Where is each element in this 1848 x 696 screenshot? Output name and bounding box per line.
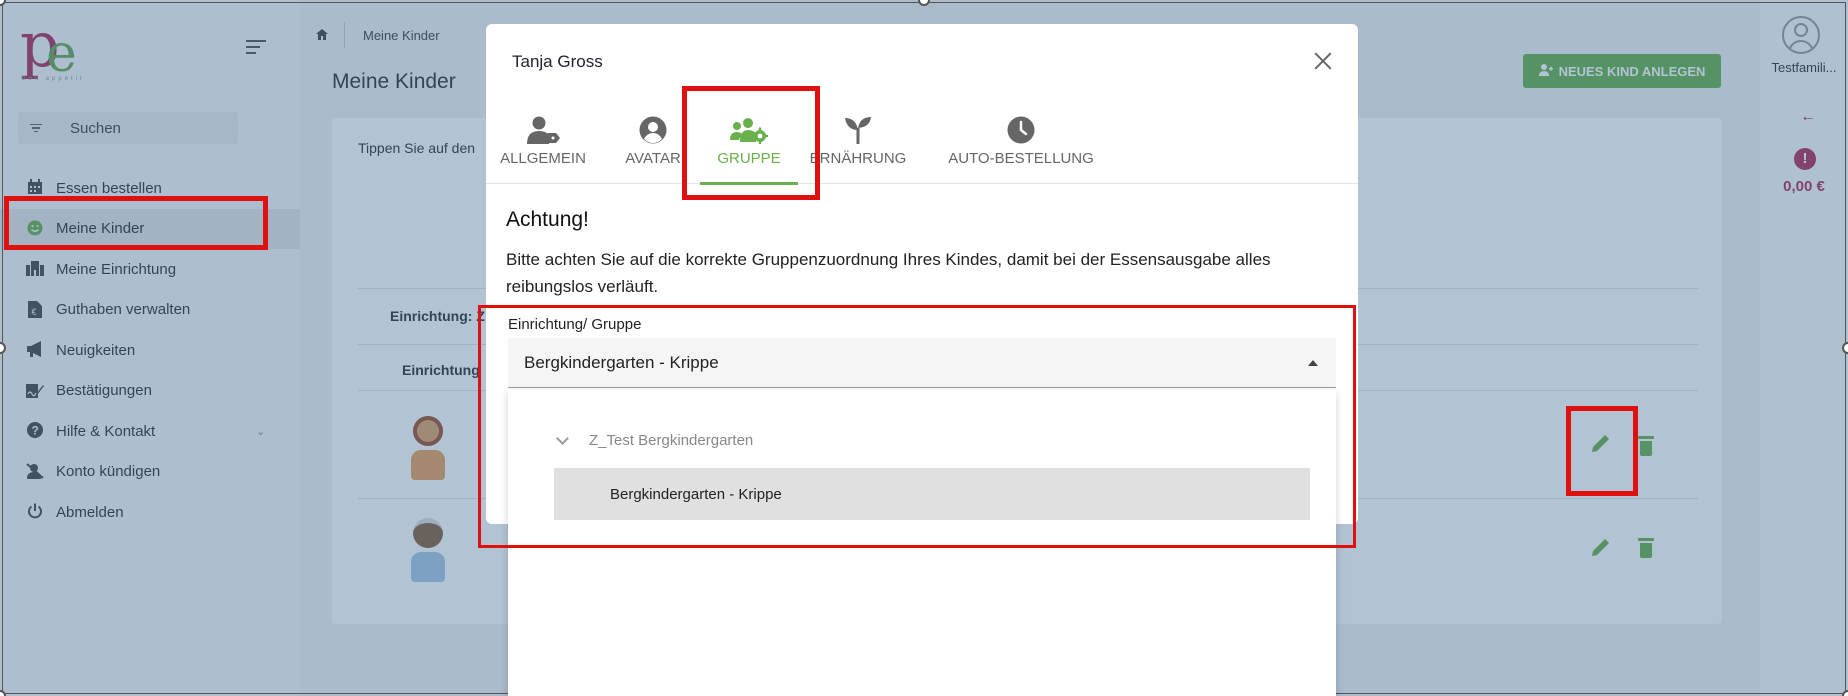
highlight-gruppe-tab	[682, 86, 820, 200]
resize-handle[interactable]	[1842, 342, 1848, 354]
user-tag-icon	[496, 114, 590, 146]
resize-handle[interactable]	[1842, 690, 1848, 696]
app-window: p e bon appetit Suchen Essen bestellen M…	[0, 0, 1848, 696]
tab-label: AVATAR	[625, 150, 681, 167]
tab-label: AUTO-BESTELLUNG	[948, 150, 1094, 167]
warning-text: Bitte achten Sie auf die korrekte Gruppe…	[506, 250, 1271, 296]
close-icon[interactable]	[1312, 50, 1334, 72]
highlight-group-field	[478, 305, 1356, 548]
tab-allgemein[interactable]: ALLGEMEIN	[496, 114, 590, 184]
highlight-edit-button	[1566, 406, 1638, 496]
tab-label: ALLGEMEIN	[500, 150, 586, 167]
dialog-title: Tanja Gross	[512, 52, 603, 71]
tab-ernaehrung[interactable]: ERNÄHRUNG	[806, 114, 910, 184]
tab-auto-bestellung[interactable]: AUTO-BESTELLUNG	[946, 114, 1096, 184]
tab-avatar[interactable]: AVATAR	[618, 114, 688, 184]
warning-title: Achtung!	[506, 208, 589, 231]
highlight-meine-kinder	[4, 196, 268, 250]
seedling-icon	[806, 114, 910, 146]
tab-label: ERNÄHRUNG	[809, 150, 907, 167]
user-circle-icon	[618, 114, 688, 146]
clock-icon	[946, 114, 1096, 146]
dialog-tabs: ALLGEMEIN AVATAR GRUPPE ERNÄHRUNG AUTO-B…	[486, 114, 1358, 185]
